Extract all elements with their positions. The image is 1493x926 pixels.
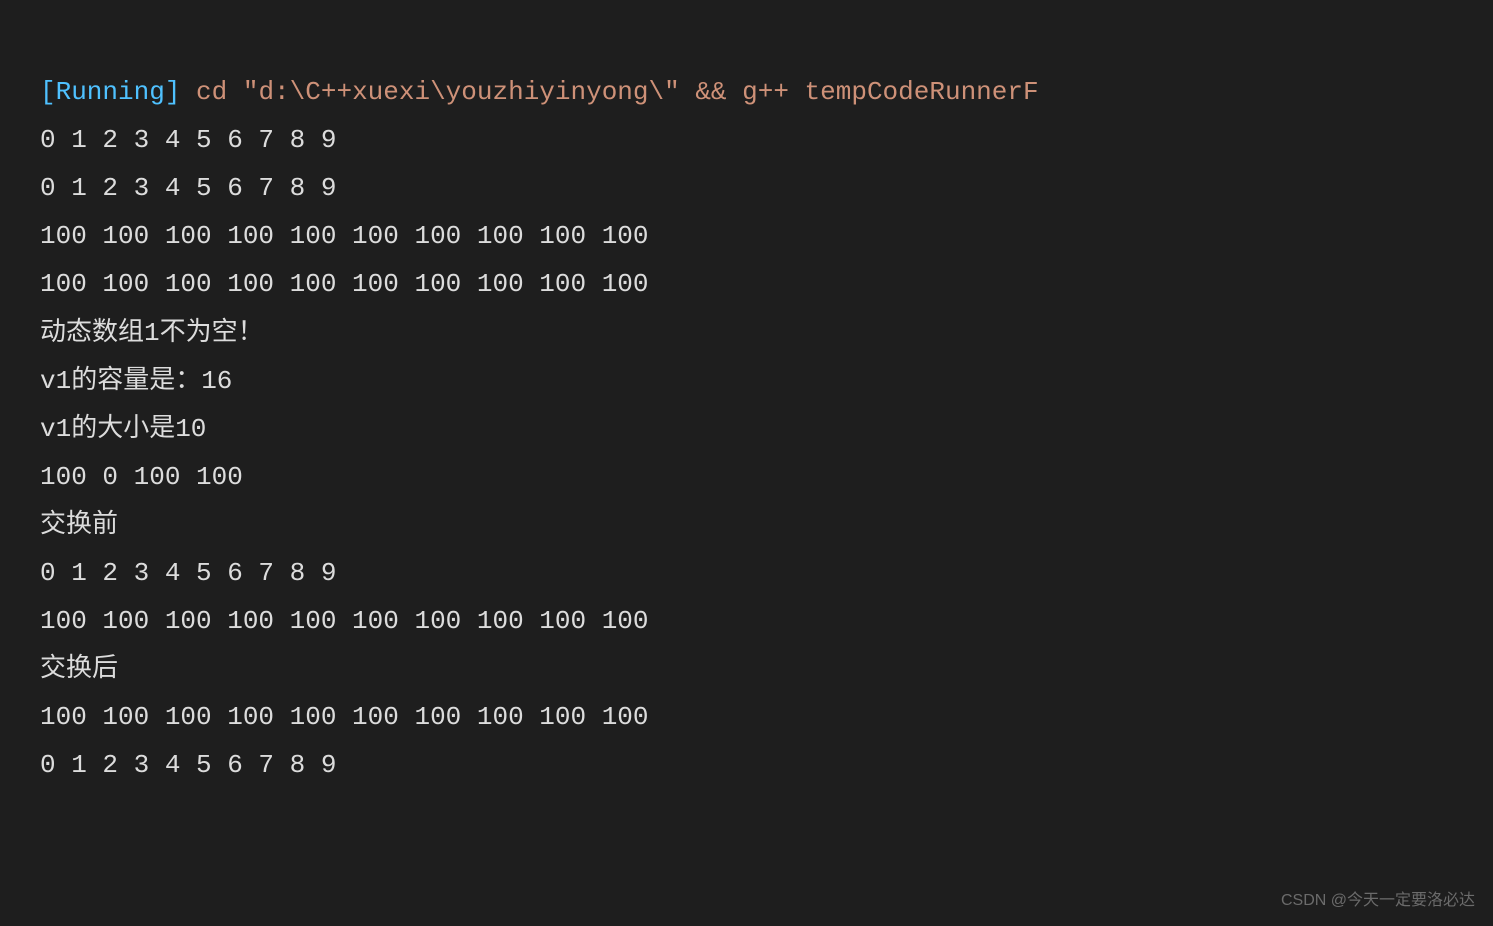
output-line: 100 100 100 100 100 100 100 100 100 100 <box>40 269 649 299</box>
output-line: 0 1 2 3 4 5 6 7 8 9 <box>40 125 352 155</box>
output-line: 100 100 100 100 100 100 100 100 100 100 <box>40 221 649 251</box>
output-line: v1的容量是：16 <box>40 366 232 396</box>
csdn-watermark: CSDN @今天一定要洛必达 <box>1281 886 1475 916</box>
terminal-output: [Running] cd "d:\C++xuexi\youzhiyinyong\… <box>40 20 1453 790</box>
output-line: 100 0 100 100 <box>40 462 258 492</box>
output-line: v1的大小是10 <box>40 414 206 444</box>
output-line: 0 1 2 3 4 5 6 7 8 9 <box>40 173 352 203</box>
running-status: [Running] <box>40 77 180 107</box>
output-line: 交换后 <box>40 654 118 684</box>
output-line: 0 1 2 3 4 5 6 7 8 9 <box>40 750 352 780</box>
output-line: 动态数组1不为空！ <box>40 318 264 348</box>
output-line: 100 100 100 100 100 100 100 100 100 100 <box>40 606 664 636</box>
output-line: 0 1 2 3 4 5 6 7 8 9 <box>40 558 352 588</box>
output-line: 100 100 100 100 100 100 100 100 100 100 <box>40 702 664 732</box>
output-line: 交换前 <box>40 510 118 540</box>
command-text: cd "d:\C++xuexi\youzhiyinyong\" && g++ t… <box>180 77 1038 107</box>
